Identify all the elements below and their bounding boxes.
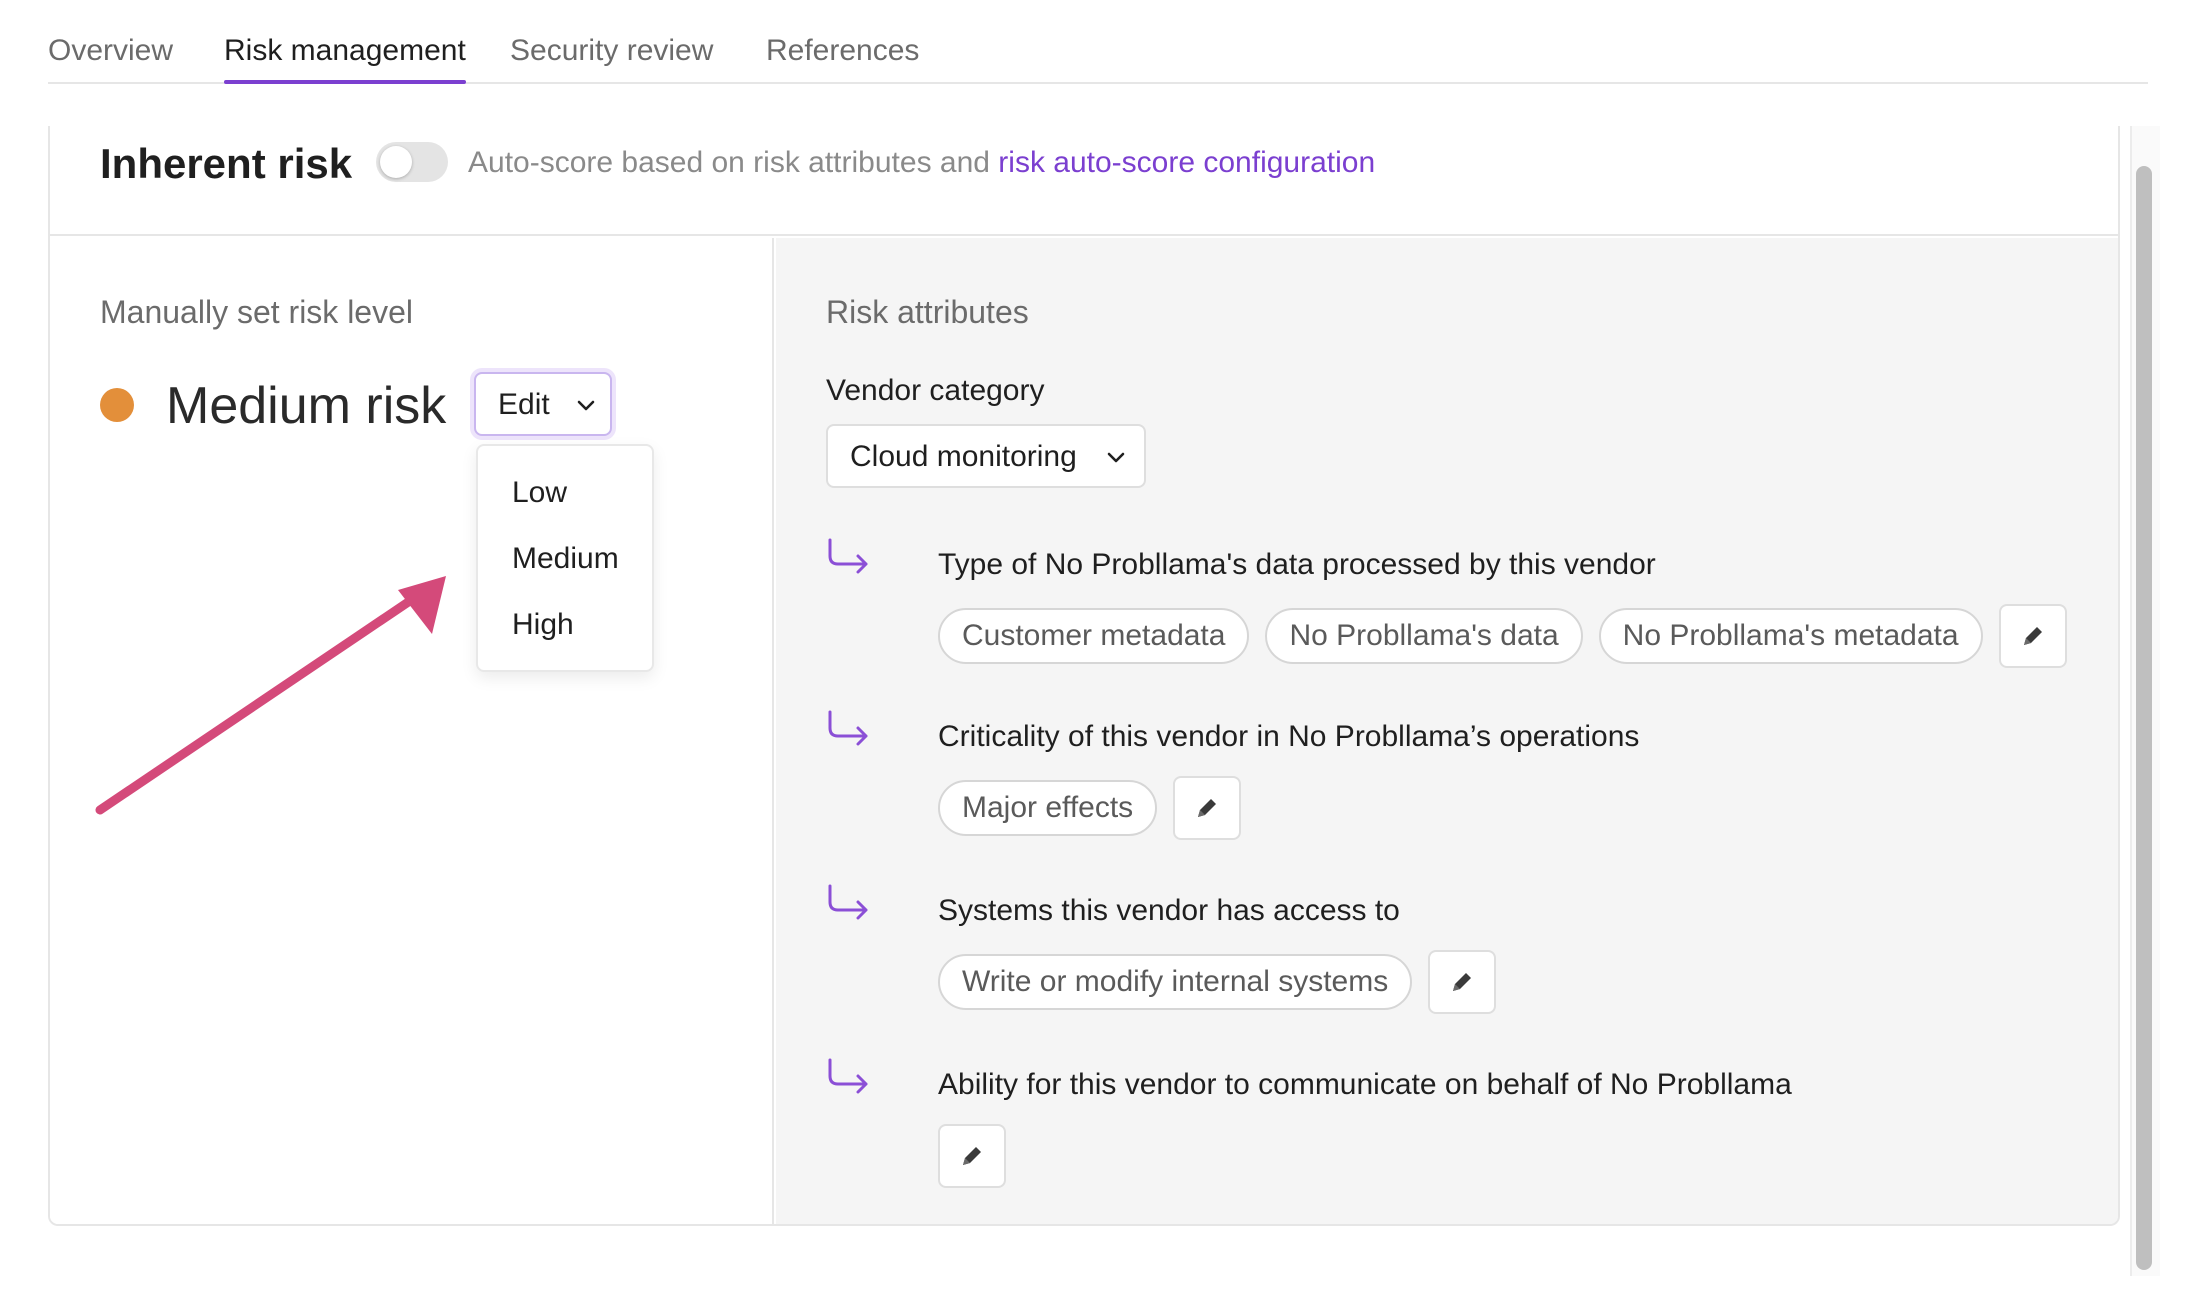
auto-score-text: Auto-score based on risk attributes and: [468, 146, 999, 179]
edit-attribute-button[interactable]: [1998, 604, 2067, 668]
vendor-category-label: Vendor category: [826, 374, 1045, 407]
attribute-question: Systems this vendor has access to: [938, 894, 1400, 927]
risk-level-dropdown-menu: Low Medium High: [476, 444, 654, 672]
attribute-chip: Major effects: [938, 780, 1158, 836]
subitem-arrow-icon: [828, 710, 868, 746]
attribute-chips: Customer metadata No Probllama's data No…: [938, 604, 2067, 668]
attribute-chips: Write or modify internal systems: [938, 950, 1497, 1014]
card-header: Inherent risk Auto-score based on risk a…: [50, 126, 2118, 236]
pencil-icon: [1453, 973, 1472, 991]
risk-level-value: Medium risk: [166, 377, 447, 435]
scrollbar-thumb[interactable]: [2136, 166, 2152, 1270]
attribute-chips: [938, 1124, 1006, 1188]
subitem-arrow-icon: [828, 1058, 868, 1094]
inherent-risk-card: Inherent risk Auto-score based on risk a…: [48, 126, 2120, 1226]
edit-attribute-button[interactable]: [1428, 950, 1497, 1014]
vendor-category-value: Cloud monitoring: [850, 440, 1077, 473]
attribute-chip: Customer metadata: [938, 608, 1250, 664]
edit-attribute-button[interactable]: [1173, 776, 1242, 840]
subitem-arrow-icon: [828, 884, 868, 920]
attribute-question: Type of No Probllama's data processed by…: [938, 548, 1656, 581]
attribute-question: Ability for this vendor to communicate o…: [938, 1068, 1792, 1101]
subitem-arrow-icon: [828, 538, 868, 574]
pencil-icon: [1198, 799, 1217, 817]
manual-risk-pane: Manually set risk level Medium risk Edit…: [50, 238, 774, 1224]
risk-attributes-title: Risk attributes: [826, 294, 1029, 330]
edit-risk-button[interactable]: Edit: [474, 372, 612, 436]
attribute-chips: Major effects: [938, 776, 1242, 840]
chevron-down-icon: [577, 400, 595, 411]
risk-level-dot: [100, 388, 134, 422]
tab-risk-management[interactable]: Risk management: [224, 34, 466, 68]
menu-item-low[interactable]: Low: [512, 476, 567, 510]
tab-overview[interactable]: Overview: [48, 34, 173, 68]
menu-item-high[interactable]: High: [512, 608, 574, 642]
toggle-knob: [380, 146, 412, 178]
auto-score-toggle[interactable]: [376, 142, 448, 182]
manual-risk-label: Manually set risk level: [100, 294, 413, 330]
attribute-chip: No Probllama's metadata: [1598, 608, 1983, 664]
pencil-icon: [963, 1147, 981, 1165]
auto-score-config-link[interactable]: risk auto-score configuration: [998, 146, 1375, 179]
section-title: Inherent risk: [100, 140, 353, 187]
edit-button-label: Edit: [498, 388, 550, 421]
attribute-question: Criticality of this vendor in No Problla…: [938, 720, 1640, 753]
attribute-chip: No Probllama's data: [1265, 608, 1583, 664]
chevron-down-icon: [1107, 452, 1125, 463]
tab-bar: Overview Risk management Security review…: [48, 0, 2148, 84]
attribute-chip: Write or modify internal systems: [938, 954, 1413, 1010]
vendor-category-select[interactable]: Cloud monitoring: [826, 424, 1146, 488]
risk-attributes-pane: Risk attributes Vendor category Cloud mo…: [776, 238, 2118, 1224]
menu-item-medium[interactable]: Medium: [512, 542, 619, 576]
tab-security-review[interactable]: Security review: [510, 34, 713, 68]
active-tab-indicator: [224, 80, 466, 84]
tab-references[interactable]: References: [766, 34, 919, 68]
auto-score-description: Auto-score based on risk attributes and …: [468, 146, 1375, 180]
edit-attribute-button[interactable]: [938, 1124, 1006, 1188]
pencil-icon: [2023, 627, 2042, 645]
